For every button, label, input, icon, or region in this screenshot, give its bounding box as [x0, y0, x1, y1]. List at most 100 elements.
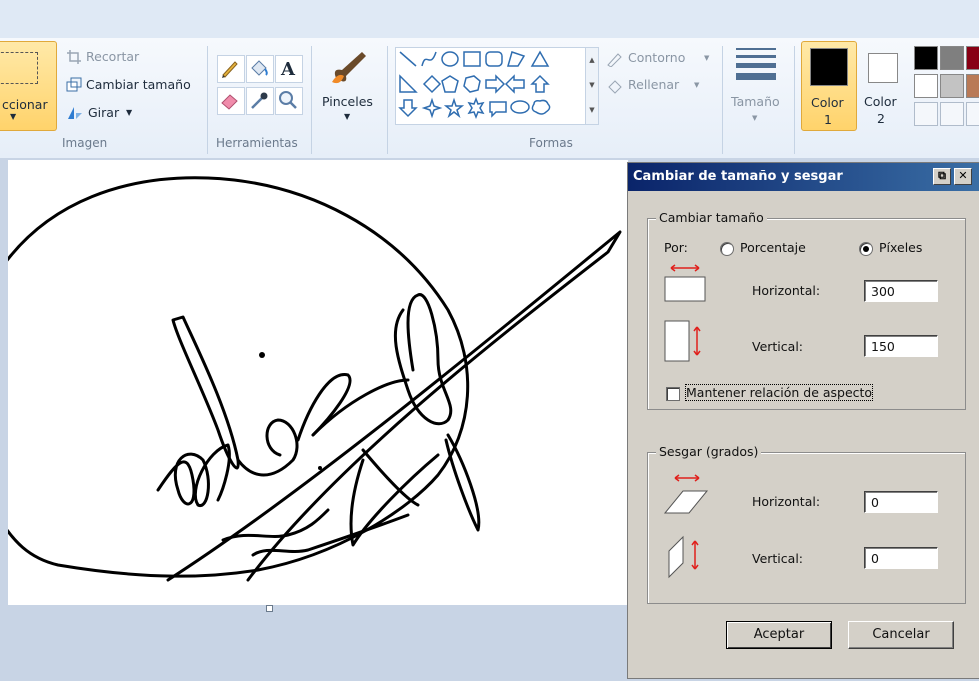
chevron-down-icon: ▼	[694, 81, 700, 89]
shapes-gallery[interactable]	[395, 47, 587, 125]
fill-button[interactable]: Rellenar ▼	[606, 76, 716, 96]
chevron-down-icon: ▼	[10, 112, 17, 121]
fill-label: Rellenar	[628, 77, 680, 92]
palette-swatch[interactable]	[940, 74, 964, 98]
magnifier-tool[interactable]	[275, 87, 303, 115]
palette-swatch[interactable]	[966, 46, 979, 70]
eraser-icon	[221, 94, 238, 110]
color1-button[interactable]: Color 1	[801, 41, 857, 131]
divider	[722, 46, 723, 154]
close-button[interactable]: ✕	[954, 168, 972, 185]
resize-horizontal-label: Horizontal:	[752, 283, 821, 298]
palette-swatch[interactable]	[914, 46, 938, 70]
group-label-formas: Formas	[529, 136, 573, 150]
eyedropper-icon	[251, 92, 268, 109]
pencil-icon	[222, 61, 238, 78]
restore-icon: ⧉	[938, 169, 946, 182]
dialog-title: Cambiar de tamaño y sesgar	[633, 169, 843, 184]
title-bar	[0, 0, 979, 38]
resize-horizontal-input[interactable]: 300	[864, 280, 938, 302]
pixels-radio[interactable]: Píxeles	[859, 240, 949, 256]
rotate-icon	[68, 107, 82, 119]
pixels-label: Píxeles	[879, 240, 923, 255]
color1-swatch	[810, 48, 848, 86]
shapes-icon	[398, 50, 551, 120]
color2-label-line1: Color	[864, 94, 897, 109]
resize-vertical-label: Vertical:	[752, 339, 804, 354]
canvas-resize-handle[interactable]	[266, 605, 273, 612]
signature-drawing	[8, 176, 622, 582]
ok-button[interactable]: Aceptar	[726, 621, 832, 649]
resize-vertical-input[interactable]: 150	[864, 335, 938, 357]
chevron-down-icon: ▼	[126, 108, 133, 117]
vertical-resize-icon	[664, 320, 701, 362]
chevron-down-icon: ▼	[344, 112, 351, 121]
pixels-radio-button[interactable]	[859, 242, 873, 256]
brushes-button[interactable]: Pinceles ▼	[318, 44, 380, 130]
eraser-tool[interactable]	[217, 87, 245, 115]
horizontal-skew-icon	[663, 474, 709, 514]
color1-label-line1: Color	[811, 95, 844, 110]
restore-button[interactable]: ⧉	[933, 168, 951, 185]
divider	[387, 46, 388, 154]
pencil-tool[interactable]	[217, 55, 245, 83]
palette-swatch[interactable]	[914, 74, 938, 98]
skew-section: Sesgar (grados) Horizontal: 0 Vertical: …	[647, 444, 966, 604]
by-label: Por:	[664, 240, 688, 255]
rotate-button[interactable]: Girar ▼	[64, 104, 154, 124]
text-tool[interactable]: A	[275, 55, 303, 83]
select-button[interactable]: ccionar ▼	[0, 41, 57, 131]
group-label-herramientas: Herramientas	[216, 136, 298, 150]
palette-swatch[interactable]	[914, 102, 938, 126]
divider	[311, 46, 312, 154]
drawing-canvas[interactable]	[8, 160, 628, 605]
brushes-label: Pinceles	[322, 94, 373, 109]
color2-label-line2: 2	[877, 111, 885, 126]
group-label-imagen: Imagen	[62, 136, 108, 150]
divider	[794, 46, 795, 154]
percent-radio-button[interactable]	[720, 242, 734, 256]
shapes-scroll[interactable]: ▲ ▼ ▼	[585, 47, 599, 125]
percent-label: Porcentaje	[740, 240, 806, 255]
palette-swatch[interactable]	[966, 102, 979, 126]
skew-horizontal-label: Horizontal:	[752, 494, 821, 509]
chevron-down-icon: ▼	[752, 114, 758, 122]
resize-section: Cambiar tamaño Por: Porcentaje Píxeles H…	[647, 210, 966, 410]
size-lines-icon	[736, 48, 776, 80]
palette-swatch[interactable]	[966, 74, 979, 98]
vertical-skew-icon	[668, 535, 699, 579]
brush-icon	[332, 52, 366, 84]
color2-button[interactable]: Color 2	[860, 41, 906, 129]
percent-radio[interactable]: Porcentaje	[720, 240, 830, 256]
skew-vertical-label: Vertical:	[752, 551, 804, 566]
resize-button[interactable]: Cambiar tamaño	[64, 76, 200, 96]
palette-swatch[interactable]	[940, 46, 964, 70]
skew-section-legend: Sesgar (grados)	[656, 444, 762, 459]
cancel-button[interactable]: Cancelar	[848, 621, 954, 649]
outline-button[interactable]: Contorno ▼	[606, 49, 716, 69]
divider	[207, 46, 208, 154]
skew-vertical-input[interactable]: 0	[864, 547, 938, 569]
crop-button[interactable]: Recortar	[64, 48, 174, 68]
resize-label: Cambiar tamaño	[86, 77, 191, 92]
size-button[interactable]: Tamaño ▼	[728, 44, 788, 130]
resize-icon	[66, 77, 82, 92]
keep-ratio-check[interactable]	[666, 387, 680, 401]
color-picker-tool[interactable]	[246, 87, 274, 115]
magnifier-icon	[279, 91, 297, 109]
palette-swatch[interactable]	[940, 102, 964, 126]
ribbon: ccionar ▼ Recortar Cambiar tamaño Girar …	[0, 38, 979, 159]
fill-icon	[608, 80, 622, 94]
chevron-down-icon: ▼	[704, 54, 710, 62]
crop-label: Recortar	[86, 49, 140, 64]
resize-skew-dialog: Cambiar de tamaño y sesgar ⧉ ✕ Cambiar t…	[627, 162, 979, 679]
size-label: Tamaño	[731, 94, 780, 109]
keep-ratio-checkbox[interactable]: Mantener relación de aspecto	[666, 384, 906, 402]
close-icon: ✕	[958, 169, 968, 182]
outline-label: Contorno	[628, 50, 686, 65]
paint-bucket-icon	[251, 60, 268, 76]
horizontal-resize-icon	[664, 264, 706, 302]
color1-label-line2: 1	[824, 112, 832, 127]
fill-tool[interactable]	[246, 55, 274, 83]
skew-horizontal-input[interactable]: 0	[864, 491, 938, 513]
